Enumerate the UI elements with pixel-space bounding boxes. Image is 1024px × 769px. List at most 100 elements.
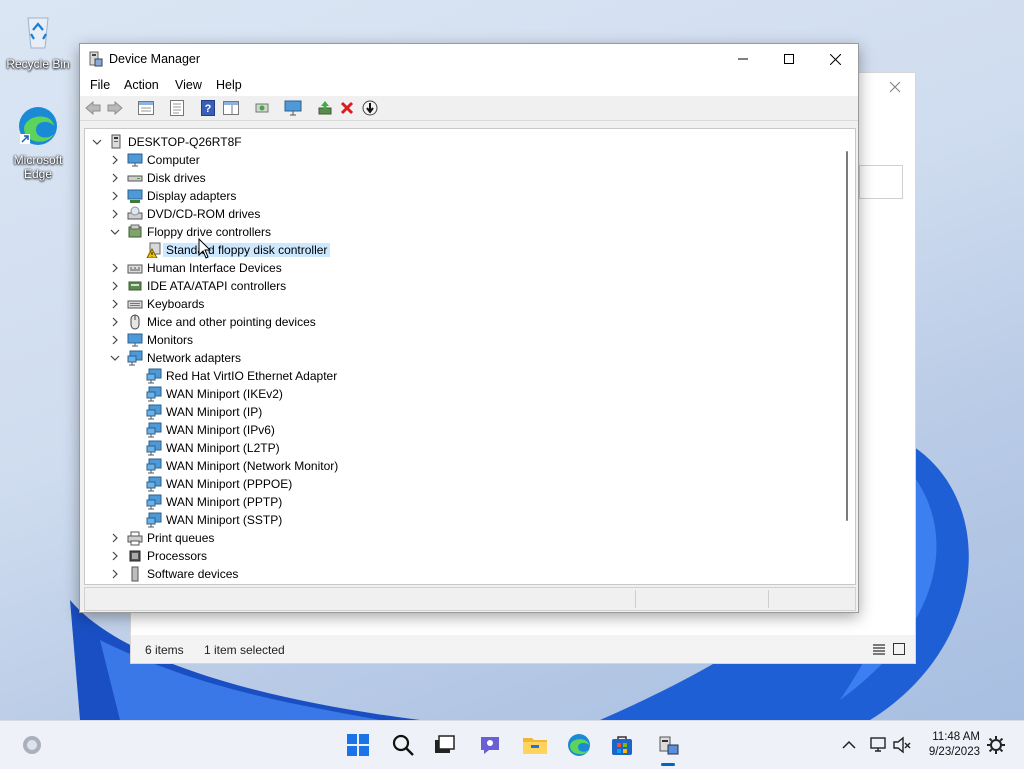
file-explorer-button[interactable] bbox=[521, 731, 549, 759]
device-item[interactable]: WAN Miniport (IP) bbox=[85, 403, 825, 421]
chevron-right-icon[interactable] bbox=[110, 155, 120, 165]
chevron-right-icon[interactable] bbox=[110, 551, 120, 561]
close-button[interactable] bbox=[812, 44, 858, 74]
properties-button[interactable] bbox=[168, 99, 186, 117]
device-manager-window[interactable]: Device Manager File Action View Help ? D… bbox=[79, 43, 859, 613]
device-category[interactable]: Human Interface Devices bbox=[85, 259, 825, 277]
clock[interactable]: 11:48 AM 9/23/2023 bbox=[929, 730, 980, 760]
selected-count: 1 item selected bbox=[204, 643, 285, 657]
chevron-right-icon[interactable] bbox=[110, 299, 120, 309]
search-input[interactable] bbox=[859, 165, 903, 199]
weather-icon bbox=[23, 736, 41, 754]
tree-root[interactable]: DESKTOP-Q26RT8F bbox=[85, 133, 825, 151]
chevron-right-icon[interactable] bbox=[110, 191, 120, 201]
scrollbar-thumb[interactable] bbox=[846, 151, 848, 521]
uninstall-device-button[interactable] bbox=[338, 99, 356, 117]
widgets-button[interactable] bbox=[18, 731, 46, 759]
chevron-right-icon[interactable] bbox=[110, 533, 120, 543]
chevron-right-icon[interactable] bbox=[110, 335, 120, 345]
update-driver-icon bbox=[318, 101, 332, 115]
device-category[interactable]: Software devices bbox=[85, 565, 825, 583]
chevron-right-icon[interactable] bbox=[110, 569, 120, 579]
desktop-icon-label: Microsoft Edge bbox=[13, 153, 63, 181]
device-category[interactable]: Monitors bbox=[85, 331, 825, 349]
show-hide-console-tree-button[interactable] bbox=[137, 99, 155, 117]
device-category[interactable]: Display adapters bbox=[85, 187, 825, 205]
device-label: Mice and other pointing devices bbox=[147, 315, 316, 329]
chevron-down-icon[interactable] bbox=[92, 137, 102, 147]
chevron-down-icon[interactable] bbox=[110, 227, 120, 237]
device-category[interactable]: Mice and other pointing devices bbox=[85, 313, 825, 331]
forward-button[interactable] bbox=[106, 99, 124, 117]
device-item[interactable]: WAN Miniport (SSTP) bbox=[85, 511, 825, 529]
chevron-down-icon[interactable] bbox=[110, 353, 120, 363]
device-category[interactable]: DVD/CD-ROM drives bbox=[85, 205, 825, 223]
device-manager-taskbar-button[interactable] bbox=[654, 731, 682, 759]
device-tree[interactable]: DESKTOP-Q26RT8F Computer Disk drives Displ… bbox=[84, 128, 856, 585]
desktop-icon-edge[interactable]: Microsoft Edge bbox=[6, 104, 70, 181]
menu-help[interactable]: Help bbox=[216, 78, 242, 92]
menu-action[interactable]: Action bbox=[124, 78, 159, 92]
device-item[interactable]: Red Hat VirtIO Ethernet Adapter bbox=[85, 367, 825, 385]
start-button[interactable] bbox=[344, 731, 372, 759]
back-button[interactable] bbox=[84, 99, 102, 117]
device-category[interactable]: Processors bbox=[85, 547, 825, 565]
desktop-icon-recycle-bin[interactable]: Recycle Bin bbox=[6, 8, 70, 71]
device-category[interactable]: Disk drives bbox=[85, 169, 825, 187]
close-icon[interactable] bbox=[889, 81, 901, 93]
forward-arrow-icon bbox=[107, 101, 123, 115]
task-view-button[interactable] bbox=[430, 731, 458, 759]
vertical-scrollbar[interactable] bbox=[843, 137, 851, 577]
svg-text:?: ? bbox=[205, 103, 212, 115]
chat-button[interactable] bbox=[476, 731, 504, 759]
disable-device-icon bbox=[362, 100, 378, 116]
store-button[interactable] bbox=[608, 731, 636, 759]
chevron-right-icon[interactable] bbox=[110, 317, 120, 327]
edge-icon bbox=[568, 734, 590, 756]
device-item[interactable]: WAN Miniport (PPPOE) bbox=[85, 475, 825, 493]
help-button[interactable]: ? bbox=[199, 99, 217, 117]
chevron-right-icon[interactable] bbox=[110, 209, 120, 219]
volume-muted-icon bbox=[893, 736, 911, 754]
device-label: Monitors bbox=[147, 333, 194, 347]
device-category[interactable]: Floppy drive controllers bbox=[85, 223, 825, 241]
edge-taskbar-button[interactable] bbox=[565, 731, 593, 759]
notifications-button[interactable] bbox=[982, 731, 1010, 759]
minimize-button[interactable] bbox=[720, 44, 766, 74]
device-category[interactable]: Print queues bbox=[85, 529, 825, 547]
device-category[interactable]: Network adapters bbox=[85, 349, 825, 367]
device-item[interactable]: WAN Miniport (IPv6) bbox=[85, 421, 825, 439]
title-bar[interactable]: Device Manager bbox=[80, 44, 858, 74]
display-computer-button[interactable] bbox=[284, 99, 302, 117]
console-tree-icon bbox=[138, 101, 154, 115]
scan-hardware-button[interactable] bbox=[253, 99, 271, 117]
action-pane-button[interactable] bbox=[222, 99, 240, 117]
properties-icon bbox=[170, 100, 184, 116]
show-hidden-icons-button[interactable] bbox=[835, 731, 863, 759]
device-category[interactable]: IDE ATA/ATAPI controllers bbox=[85, 277, 825, 295]
volume-button[interactable] bbox=[888, 731, 916, 759]
device-category[interactable]: Computer bbox=[85, 151, 825, 169]
chevron-right-icon[interactable] bbox=[110, 281, 120, 291]
device-item[interactable]: WAN Miniport (PPTP) bbox=[85, 493, 825, 511]
chevron-right-icon[interactable] bbox=[110, 263, 120, 273]
device-item[interactable]: Standard floppy disk controller bbox=[85, 241, 825, 259]
device-item[interactable]: WAN Miniport (Network Monitor) bbox=[85, 457, 825, 475]
search-button[interactable] bbox=[389, 731, 417, 759]
device-category[interactable]: Keyboards bbox=[85, 295, 825, 313]
maximize-button[interactable] bbox=[766, 44, 812, 74]
taskbar: 11:48 AM 9/23/2023 bbox=[0, 720, 1024, 769]
update-driver-button[interactable] bbox=[316, 99, 334, 117]
chevron-right-icon[interactable] bbox=[110, 173, 120, 183]
device-label: WAN Miniport (PPTP) bbox=[166, 495, 283, 509]
chat-icon bbox=[481, 737, 499, 754]
device-item[interactable]: WAN Miniport (IKEv2) bbox=[85, 385, 825, 403]
device-item[interactable]: WAN Miniport (L2TP) bbox=[85, 439, 825, 457]
menu-view[interactable]: View bbox=[175, 78, 202, 92]
clock-time: 11:48 AM bbox=[932, 731, 980, 743]
menu-file[interactable]: File bbox=[90, 78, 110, 92]
menu-bar: File Action View Help bbox=[80, 74, 858, 96]
tiles-view-icon[interactable] bbox=[893, 643, 905, 655]
disable-device-button[interactable] bbox=[361, 99, 379, 117]
details-view-icon[interactable] bbox=[873, 643, 885, 655]
